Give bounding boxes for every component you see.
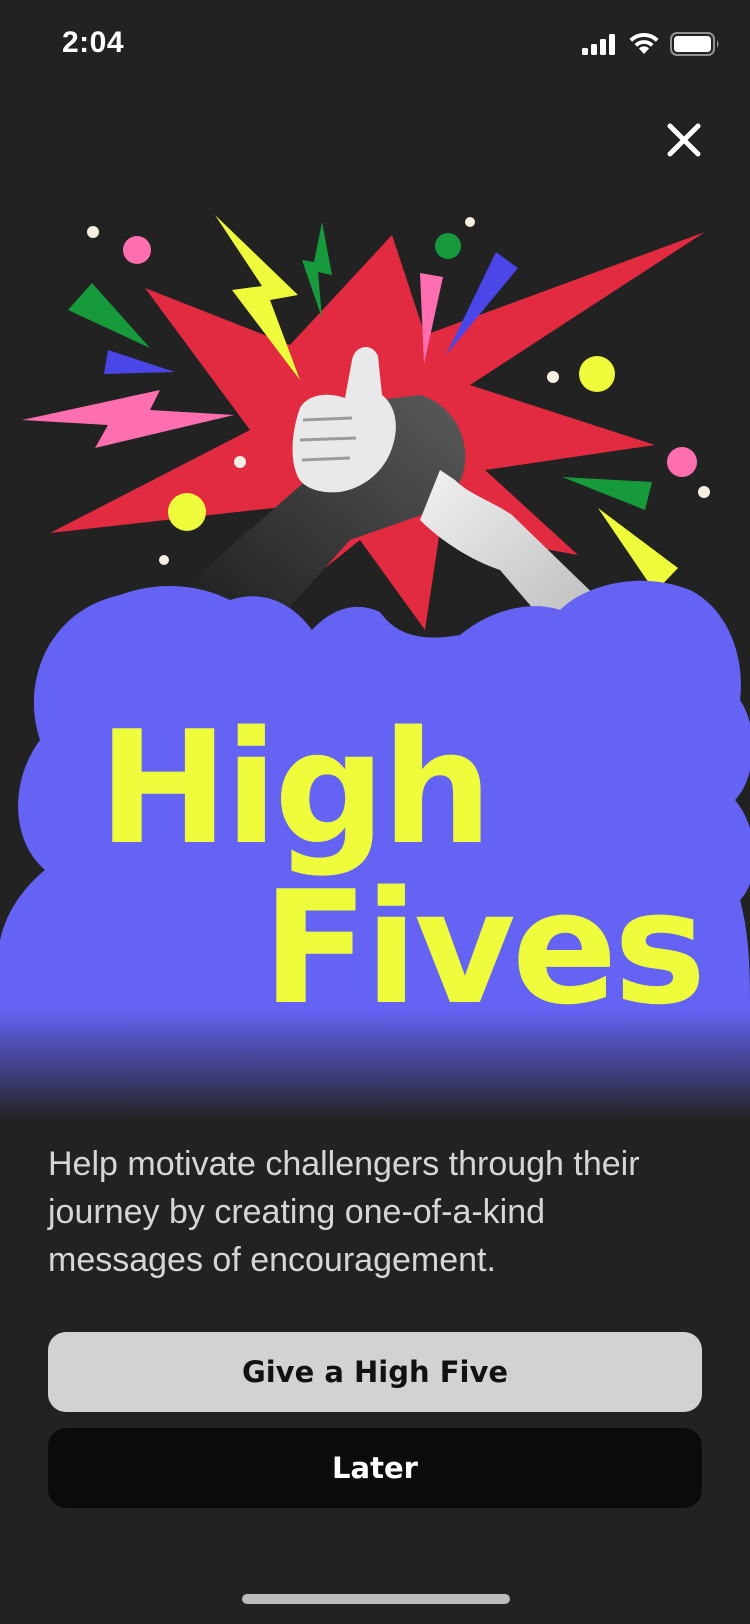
battery-icon xyxy=(670,32,719,56)
cream-dot xyxy=(698,486,710,498)
blue-shard-shape xyxy=(104,350,175,374)
give-high-five-button[interactable]: Give a High Five xyxy=(48,1332,702,1412)
pink-dot xyxy=(123,236,151,264)
cream-dot xyxy=(234,456,246,468)
cream-dot xyxy=(547,371,559,383)
close-button[interactable] xyxy=(662,118,706,162)
cream-dot xyxy=(87,226,99,238)
green-triangle-shape xyxy=(68,283,150,348)
hero-title-line-2: Fives xyxy=(262,857,706,1039)
status-bar: 2:04 xyxy=(0,0,750,90)
later-button[interactable]: Later xyxy=(48,1428,702,1508)
close-icon xyxy=(667,123,701,157)
yellow-dot xyxy=(168,493,206,531)
yellow-dot xyxy=(579,356,615,392)
home-indicator[interactable] xyxy=(242,1594,510,1604)
cream-dot xyxy=(159,555,169,565)
pink-dot xyxy=(667,447,697,477)
description-text: Help motivate challengers through their … xyxy=(48,1145,640,1279)
status-icons xyxy=(582,32,720,56)
signal-icon xyxy=(582,34,615,55)
pink-bolt-shape xyxy=(22,390,234,448)
cream-dot xyxy=(465,217,475,227)
wifi-icon xyxy=(629,32,659,54)
green-bolt-shape xyxy=(302,222,332,318)
status-time: 2:04 xyxy=(62,26,125,59)
hero-title-line-1: High xyxy=(98,697,493,879)
yellow-triangle-shape xyxy=(598,508,678,592)
green-dot xyxy=(435,233,461,259)
green-shard-shape xyxy=(562,477,652,510)
